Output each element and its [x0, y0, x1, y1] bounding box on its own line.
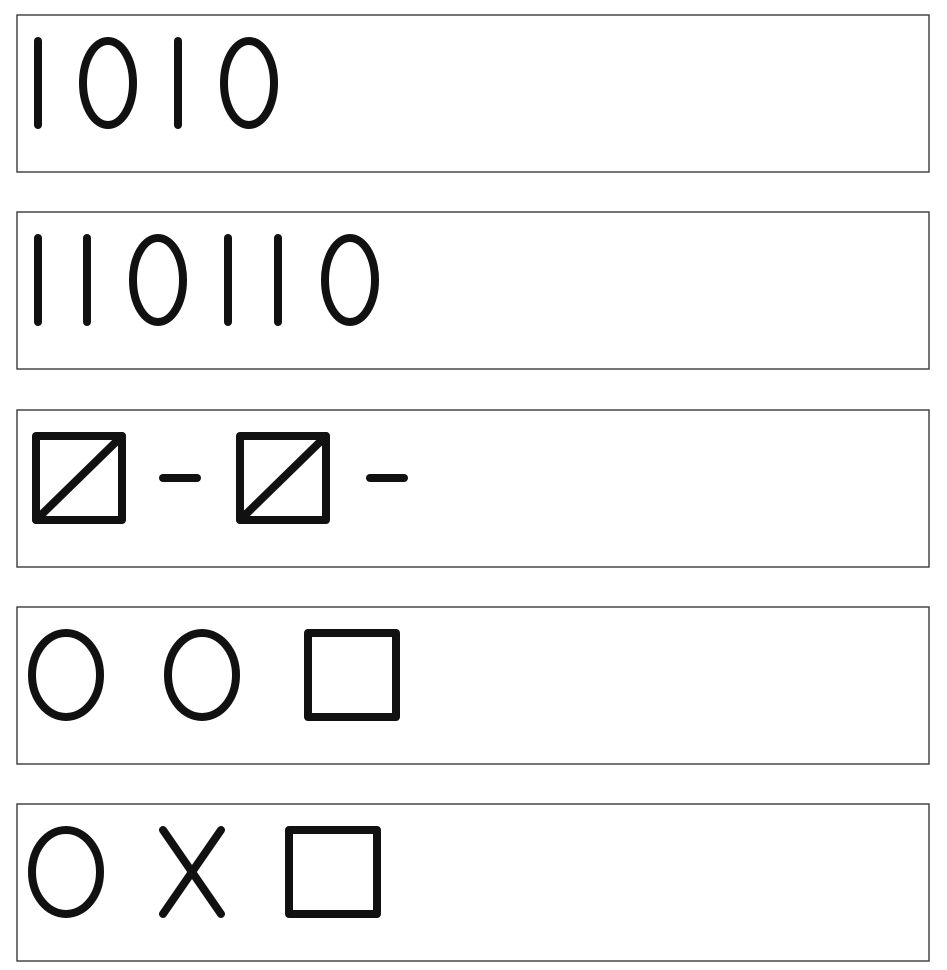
oval-symbol [321, 234, 379, 326]
cross-symbol [159, 826, 225, 918]
row-4 [16, 606, 930, 765]
row-5 [16, 803, 930, 962]
row-frame [16, 606, 930, 765]
symbol-sequence-sheet [16, 14, 930, 962]
slashed-square-symbol [236, 432, 330, 524]
row-frame [16, 409, 930, 568]
row-1 [16, 14, 930, 173]
row-2 [16, 211, 930, 370]
oval-symbol [220, 37, 278, 129]
circle-symbol [28, 629, 104, 721]
slashed-square-symbol [32, 432, 126, 524]
row-3 [16, 409, 930, 568]
oval-symbol [129, 234, 187, 326]
square-symbol [304, 629, 400, 721]
oval-symbol [79, 37, 137, 129]
row-frame [16, 803, 930, 962]
square-symbol [285, 826, 381, 918]
circle-symbol [28, 826, 104, 918]
rows-layer [16, 14, 930, 962]
row-frame [16, 14, 930, 173]
circle-symbol [164, 629, 240, 721]
